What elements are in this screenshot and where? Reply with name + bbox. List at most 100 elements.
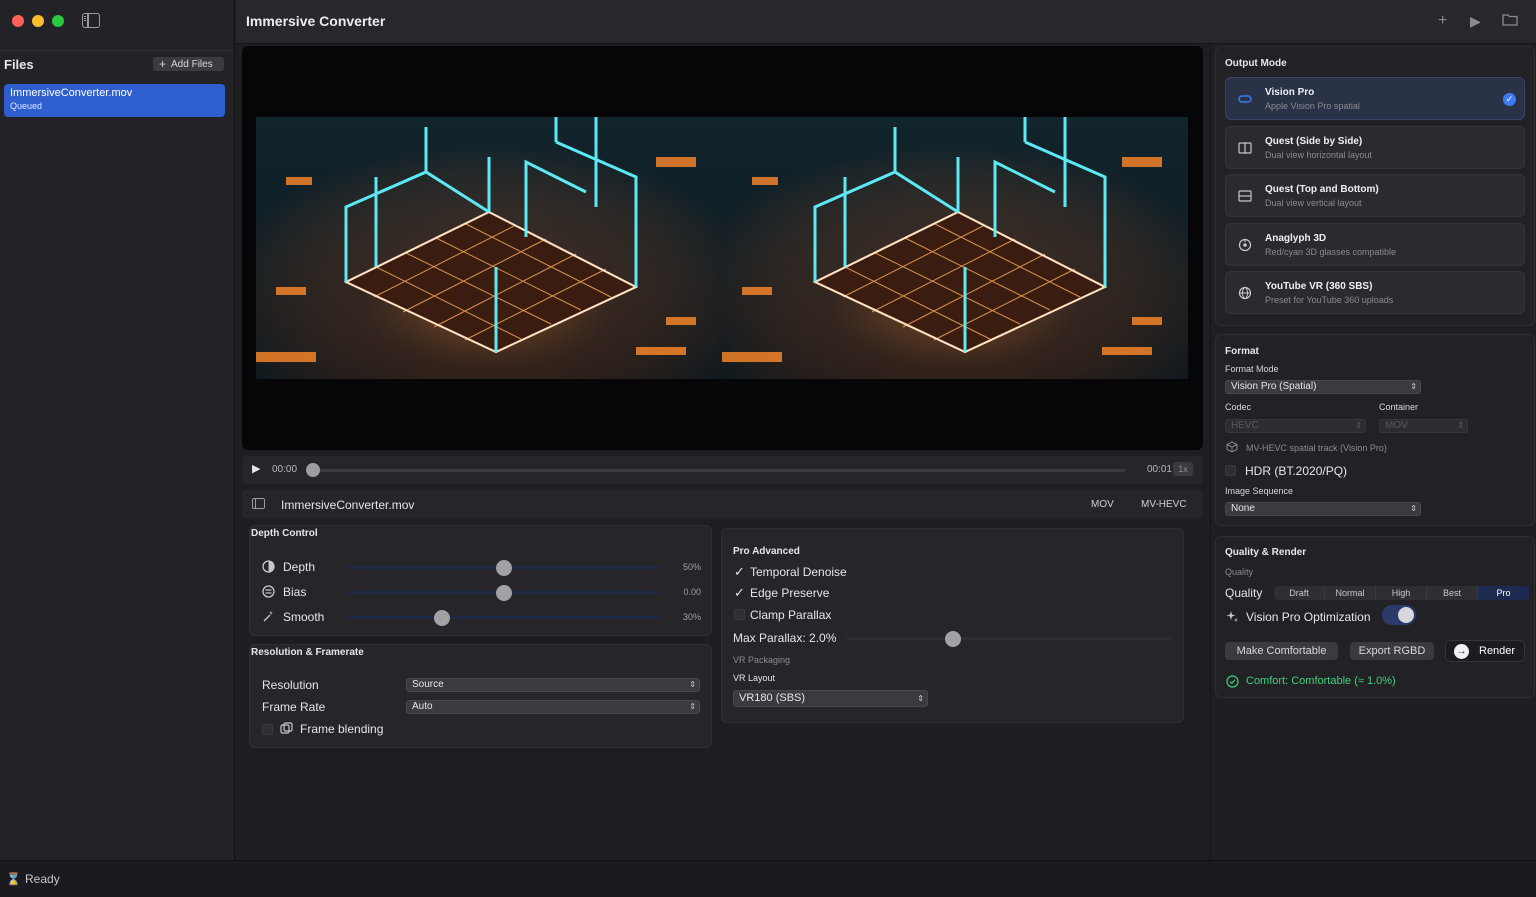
- current-time: 00:00: [272, 464, 298, 475]
- cube-icon: [1226, 441, 1238, 455]
- file-list-item[interactable]: ImmersiveConverter.mov Queued: [4, 84, 225, 117]
- frame-rate-label: Frame Rate: [262, 700, 326, 714]
- vision-pro-icon: [1238, 95, 1252, 103]
- image-sequence-label: Image Sequence: [1225, 486, 1294, 496]
- chevron-updown-icon: ⇕: [1410, 504, 1417, 513]
- frame-blending-checkbox[interactable]: [262, 724, 273, 735]
- hdr-checkbox[interactable]: [1225, 465, 1236, 476]
- checkmark-icon[interactable]: ✓: [734, 586, 745, 599]
- pro-advanced-panel: Pro Advanced ✓ Temporal Denoise ✓ Edge P…: [721, 528, 1184, 723]
- clamp-parallax-label: Clamp Parallax: [750, 608, 832, 622]
- wand-icon: [262, 610, 275, 625]
- format-panel: Format Format Mode Vision Pro (Spatial) …: [1215, 334, 1535, 526]
- selected-check-icon: ✓: [1503, 93, 1516, 106]
- mode-subtitle: Red/cyan 3D glasses compatible: [1265, 247, 1397, 257]
- make-comfortable-button[interactable]: Make Comfortable: [1225, 642, 1338, 660]
- check-circle-icon: [1226, 675, 1239, 690]
- sparkle-icon: [1226, 610, 1239, 625]
- playback-speed-button[interactable]: 1x: [1173, 462, 1193, 476]
- zoom-window-button[interactable]: [52, 15, 64, 27]
- play-icon[interactable]: ▶: [252, 462, 260, 475]
- minimize-window-button[interactable]: [32, 15, 44, 27]
- comfort-status: Comfort: Comfortable (≈ 1.0%): [1246, 675, 1396, 687]
- mode-card-quest-sbs[interactable]: Quest (Side by Side) Dual view horizonta…: [1225, 126, 1525, 169]
- contrast-icon: [262, 560, 275, 575]
- max-parallax-label: Max Parallax: 2.0%: [733, 631, 837, 645]
- hdr-label: HDR (BT.2020/PQ): [1245, 464, 1348, 478]
- top-bottom-icon: [1238, 190, 1252, 202]
- add-files-button[interactable]: + Add Files: [153, 57, 224, 71]
- quality-option-high[interactable]: High: [1376, 586, 1427, 600]
- quality-option-draft[interactable]: Draft: [1274, 586, 1325, 600]
- mode-card-vision-pro[interactable]: Vision Pro Apple Vision Pro spatial ✓: [1225, 77, 1525, 120]
- format-mode-select[interactable]: Vision Pro (Spatial) ⇕: [1225, 380, 1421, 394]
- max-parallax-handle[interactable]: [945, 631, 962, 647]
- close-window-button[interactable]: [12, 15, 24, 27]
- scrubber-track[interactable]: [306, 463, 1125, 477]
- vision-pro-optimization-toggle[interactable]: [1382, 605, 1416, 625]
- anaglyph-icon: [1238, 238, 1252, 252]
- resolution-framerate-panel: Resolution & Framerate Resolution Source…: [249, 644, 712, 748]
- chevron-updown-icon: ⇕: [689, 702, 696, 711]
- quality-option-best[interactable]: Best: [1427, 586, 1478, 600]
- container-value: MOV: [1385, 420, 1408, 431]
- depth-slider[interactable]: [348, 560, 660, 576]
- checkmark-icon[interactable]: ✓: [734, 565, 745, 578]
- file-status: Queued: [10, 101, 43, 111]
- smooth-slider-handle[interactable]: [433, 610, 450, 626]
- sidebar-toggle-icon[interactable]: [82, 13, 100, 28]
- settings-column: Output Mode Vision Pro Apple Vision Pro …: [1210, 44, 1536, 860]
- codec-label: Codec: [1225, 402, 1252, 412]
- smooth-slider[interactable]: [348, 610, 660, 626]
- pro-advanced-title: Pro Advanced: [733, 546, 800, 557]
- frame-blending-label: Frame blending: [300, 722, 384, 736]
- image-sequence-select[interactable]: None ⇕: [1225, 502, 1421, 516]
- scrubber-handle[interactable]: [306, 463, 320, 477]
- image-sequence-value: None: [1231, 503, 1255, 514]
- depth-control-panel: Depth Control Depth 50% Bias 0.00 Smooth…: [249, 525, 712, 636]
- bias-slider-handle[interactable]: [496, 585, 512, 601]
- depth-value: 50%: [682, 562, 701, 572]
- quality-option-normal[interactable]: Normal: [1325, 586, 1376, 600]
- chevron-updown-icon: ⇕: [689, 680, 696, 689]
- bias-slider[interactable]: [348, 585, 660, 601]
- globe-icon: [1238, 286, 1252, 300]
- files-title: Files: [4, 57, 34, 72]
- add-icon[interactable]: +: [1438, 12, 1447, 30]
- mode-card-youtube-vr[interactable]: YouTube VR (360 SBS) Preset for YouTube …: [1225, 271, 1525, 314]
- video-preview[interactable]: [242, 46, 1203, 450]
- quality-render-panel: Quality & Render Quality Quality Draft N…: [1215, 536, 1535, 698]
- side-by-side-icon: [1238, 142, 1252, 154]
- mode-card-anaglyph[interactable]: Anaglyph 3D Red/cyan 3D glasses compatib…: [1225, 223, 1525, 266]
- smooth-value: 30%: [682, 612, 701, 622]
- output-mode-title: Output Mode: [1225, 58, 1287, 69]
- edge-preserve-label: Edge Preserve: [750, 586, 830, 600]
- frame-rate-select[interactable]: Auto ⇕: [406, 700, 700, 714]
- app-title: Immersive Converter: [246, 13, 386, 29]
- vr-layout-select[interactable]: VR180 (SBS) ⇕: [733, 690, 928, 707]
- right-eye-view: [722, 117, 1188, 379]
- export-rgbd-button[interactable]: Export RGBD: [1350, 642, 1434, 660]
- mode-subtitle: Preset for YouTube 360 uploads: [1265, 295, 1394, 305]
- mode-card-quest-tb[interactable]: Quest (Top and Bottom) Dual view vertica…: [1225, 174, 1525, 217]
- container-select[interactable]: MOV ⇕: [1379, 419, 1468, 433]
- play-icon[interactable]: ▶: [1470, 13, 1481, 30]
- quality-option-pro[interactable]: Pro: [1478, 586, 1529, 600]
- depth-control-title: Depth Control: [251, 528, 318, 539]
- quality-label: Quality: [1225, 586, 1263, 600]
- render-button[interactable]: → Render: [1445, 640, 1525, 662]
- end-time: 00:01: [1146, 464, 1172, 475]
- chevron-updown-icon: ⇕: [1355, 421, 1362, 430]
- max-parallax-slider[interactable]: [846, 631, 1171, 647]
- bias-label: Bias: [283, 585, 307, 599]
- depth-slider-handle[interactable]: [496, 560, 512, 576]
- format-title: Format: [1225, 346, 1259, 357]
- mode-title: Quest (Side by Side): [1265, 136, 1363, 147]
- resolution-select[interactable]: Source ⇕: [406, 678, 700, 692]
- quality-caption: Quality: [1225, 567, 1254, 577]
- clamp-parallax-checkbox[interactable]: [734, 609, 745, 620]
- quality-segmented-control[interactable]: Draft Normal High Best Pro: [1274, 586, 1529, 600]
- folder-icon[interactable]: [1502, 13, 1518, 31]
- codec-select[interactable]: HEVC ⇕: [1225, 419, 1366, 433]
- resolution-value: Source: [412, 679, 444, 690]
